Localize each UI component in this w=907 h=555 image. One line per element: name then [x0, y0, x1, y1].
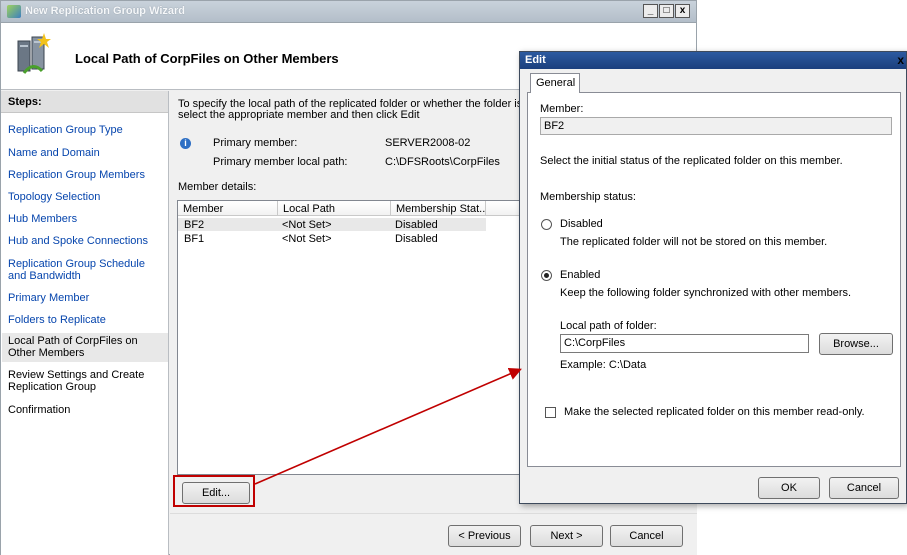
step-replication-group-type[interactable]: Replication Group Type [8, 124, 166, 136]
path-cell: <Not Set> [282, 233, 332, 245]
step-folders-to-replicate[interactable]: Folders to Replicate [8, 314, 166, 326]
disabled-radio-label[interactable]: Disabled [560, 218, 603, 230]
status-cell: Disabled [395, 233, 438, 245]
table-row[interactable]: BF1 <Not Set> Disabled [178, 232, 486, 245]
path-cell: <Not Set> [282, 219, 332, 231]
initial-status-text: Select the initial status of the replica… [540, 155, 843, 167]
table-row[interactable]: BF2 <Not Set> Disabled [178, 218, 486, 231]
primary-member-value: SERVER2008-02 [385, 137, 471, 149]
disabled-radio[interactable] [541, 219, 552, 230]
local-path-label: Local path of folder: [560, 320, 657, 332]
disabled-description: The replicated folder will not be stored… [560, 236, 828, 248]
instructions-text-2: select the appropriate member and then c… [178, 109, 420, 121]
enabled-radio[interactable] [541, 270, 552, 281]
read-only-label[interactable]: Make the selected replicated folder on t… [564, 406, 865, 418]
steps-heading: Steps: [1, 91, 168, 113]
dialog-cancel-button[interactable]: Cancel [829, 477, 899, 499]
member-details-list[interactable]: Member Local Path Membership Stat... BF2… [177, 200, 529, 475]
primary-path-label: Primary member local path: [213, 156, 348, 168]
membership-status-label: Membership status: [540, 191, 636, 203]
step-hub-and-spoke-connections[interactable]: Hub and Spoke Connections [8, 235, 166, 247]
step-replication-group-members[interactable]: Replication Group Members [8, 169, 166, 181]
edit-dialog-title-bar[interactable]: Edit x [520, 52, 906, 69]
steps-panel: Steps: Replication Group Type Name and D… [1, 91, 169, 555]
edit-dialog: Edit x General Member: BF2 Select the in… [519, 51, 907, 504]
maximize-icon[interactable]: □ [659, 4, 674, 18]
edit-button[interactable]: Edit... [182, 482, 250, 504]
browse-button[interactable]: Browse... [819, 333, 893, 355]
info-icon: i [180, 138, 191, 149]
replication-wizard-icon [17, 33, 51, 74]
step-schedule-and-bandwidth[interactable]: Replication Group Schedule and Bandwidth [8, 258, 148, 282]
enabled-radio-label[interactable]: Enabled [560, 269, 600, 281]
member-label: Member: [540, 103, 584, 115]
local-path-input[interactable]: C:\CorpFiles [560, 334, 809, 353]
column-header-member[interactable]: Member [178, 201, 278, 216]
window-controls: _ □ x [642, 4, 690, 18]
dialog-close-icon[interactable]: x [897, 53, 904, 67]
next-button[interactable]: Next > [530, 525, 603, 547]
general-tab-panel: Member: BF2 Select the initial status of… [527, 92, 901, 467]
read-only-checkbox[interactable] [545, 407, 556, 418]
step-review-settings: Review Settings and Create Replication G… [8, 369, 145, 393]
step-topology-selection[interactable]: Topology Selection [8, 191, 166, 203]
column-header-local-path[interactable]: Local Path [278, 201, 391, 216]
status-cell: Disabled [395, 219, 438, 231]
primary-member-label: Primary member: [213, 137, 298, 149]
step-confirmation: Confirmation [8, 404, 71, 416]
wizard-title: New Replication Group Wizard [25, 5, 186, 17]
minimize-icon[interactable]: _ [643, 4, 658, 18]
member-field: BF2 [540, 117, 892, 135]
previous-button[interactable]: < Previous [448, 525, 521, 547]
edit-dialog-title: Edit [525, 54, 546, 66]
dfs-management-icon [7, 5, 21, 18]
step-primary-member[interactable]: Primary Member [8, 292, 166, 304]
tab-general[interactable]: General [530, 73, 580, 93]
wizard-cancel-button[interactable]: Cancel [610, 525, 683, 547]
primary-path-value: C:\DFSRoots\CorpFiles [385, 156, 500, 168]
step-hub-members[interactable]: Hub Members [8, 213, 166, 225]
step-local-path-current: Local Path of CorpFiles on Other Members [2, 333, 168, 362]
ok-button[interactable]: OK [758, 477, 820, 499]
close-icon[interactable]: x [675, 4, 690, 18]
column-header-membership-status[interactable]: Membership Stat... [391, 201, 486, 216]
member-cell: BF2 [184, 219, 205, 231]
page-title: Local Path of CorpFiles on Other Members [75, 51, 339, 66]
member-cell: BF1 [184, 233, 205, 245]
wizard-title-bar[interactable]: New Replication Group Wizard _ □ x [1, 1, 696, 23]
member-details-label: Member details: [178, 181, 257, 193]
example-text: Example: C:\Data [560, 359, 647, 371]
enabled-description: Keep the following folder synchronized w… [560, 287, 852, 299]
step-name-and-domain[interactable]: Name and Domain [8, 147, 166, 159]
